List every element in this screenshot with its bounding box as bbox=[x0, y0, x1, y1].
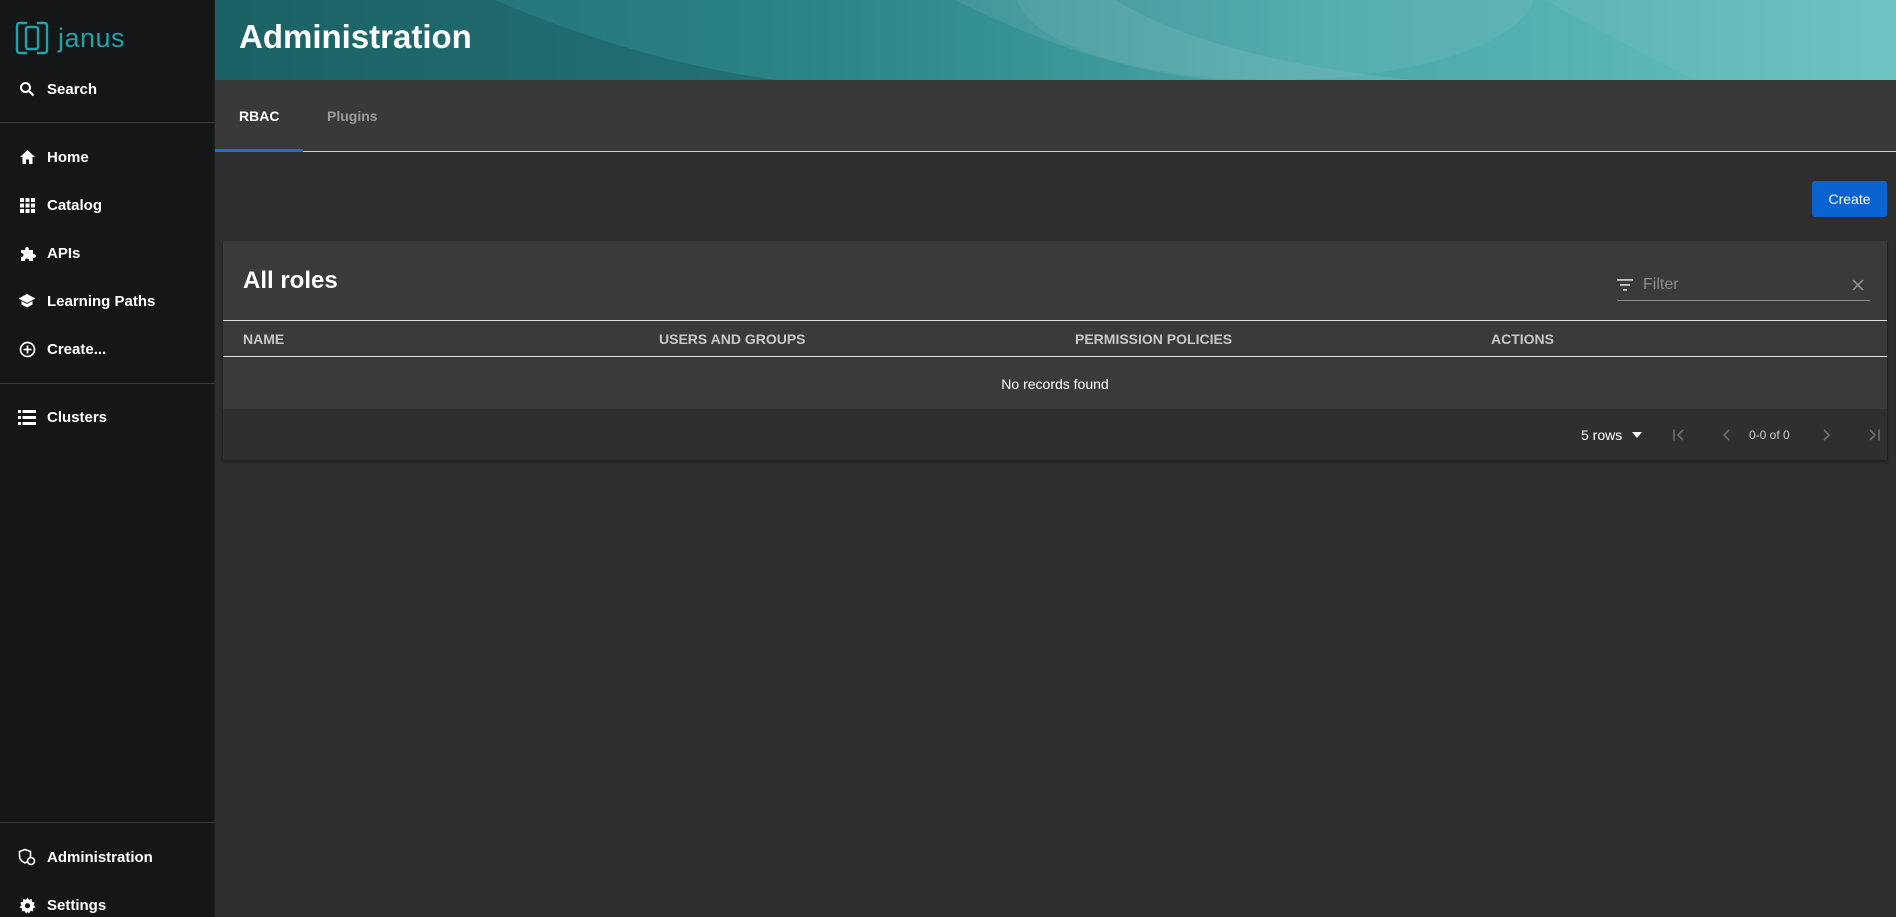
gear-icon bbox=[18, 896, 36, 914]
active-tab-indicator bbox=[215, 149, 303, 152]
sidebar-divider bbox=[0, 822, 215, 823]
first-page-button[interactable] bbox=[1666, 422, 1692, 448]
sidebar: janus Search Home Catalog APIs Learning … bbox=[0, 0, 215, 917]
app-logo[interactable]: janus bbox=[14, 18, 125, 58]
tab-plugins[interactable]: Plugins bbox=[327, 80, 378, 152]
last-page-icon bbox=[1869, 429, 1880, 441]
grid-icon bbox=[18, 196, 36, 214]
sidebar-item-clusters[interactable]: Clusters bbox=[0, 397, 215, 437]
previous-page-button[interactable] bbox=[1713, 422, 1739, 448]
admin-icon bbox=[18, 848, 36, 866]
filter-icon bbox=[1617, 278, 1633, 291]
sidebar-item-settings[interactable]: Settings bbox=[0, 885, 215, 917]
column-header-users-and-groups[interactable]: USERS AND GROUPS bbox=[659, 321, 806, 356]
logo-text: janus bbox=[58, 22, 126, 53]
tab-rbac[interactable]: RBAC bbox=[239, 80, 279, 152]
table-header: NAME USERS AND GROUPS PERMISSION POLICIE… bbox=[223, 320, 1887, 357]
janus-logo-icon bbox=[15, 21, 49, 55]
empty-state-message: No records found bbox=[1001, 375, 1109, 392]
sidebar-item-home[interactable]: Home bbox=[0, 137, 215, 177]
filter-field bbox=[1617, 269, 1870, 301]
tab-bar: RBAC Plugins bbox=[215, 80, 1896, 152]
home-icon bbox=[18, 148, 36, 166]
sidebar-item-label: Learning Paths bbox=[47, 292, 156, 310]
sidebar-item-create[interactable]: Create... bbox=[0, 329, 215, 369]
sidebar-item-label: APIs bbox=[47, 244, 81, 262]
column-header-permission-policies[interactable]: PERMISSION POLICIES bbox=[1075, 321, 1232, 356]
sidebar-item-search[interactable]: Search bbox=[0, 69, 215, 109]
first-page-icon bbox=[1673, 429, 1684, 441]
puzzle-icon bbox=[18, 244, 36, 262]
pagination-bar: 5 rows 0-0 of 0 bbox=[223, 409, 1887, 460]
next-page-button[interactable] bbox=[1814, 422, 1840, 448]
chevron-left-icon bbox=[1722, 429, 1730, 441]
list-icon bbox=[18, 408, 36, 426]
sidebar-item-apis[interactable]: APIs bbox=[0, 233, 215, 273]
chevron-right-icon bbox=[1823, 429, 1831, 441]
page-title: Administration bbox=[239, 18, 472, 55]
school-icon bbox=[18, 292, 36, 310]
sidebar-item-label: Create... bbox=[47, 340, 107, 358]
rows-per-page-select[interactable]: 5 rows bbox=[1581, 409, 1643, 460]
sidebar-item-label: Clusters bbox=[47, 408, 108, 426]
sidebar-item-label: Home bbox=[47, 148, 89, 166]
add-circle-icon bbox=[18, 340, 36, 358]
sidebar-item-label: Search bbox=[47, 80, 98, 98]
clear-filter-icon[interactable] bbox=[1852, 278, 1864, 291]
page-range: 0-0 of 0 bbox=[1749, 427, 1790, 442]
filter-input[interactable] bbox=[1643, 275, 1833, 294]
search-icon bbox=[18, 80, 36, 98]
card-title: All roles bbox=[243, 267, 338, 294]
column-header-name[interactable]: NAME bbox=[243, 321, 284, 356]
sidebar-item-label: Catalog bbox=[47, 196, 103, 214]
sidebar-item-administration[interactable]: Administration bbox=[0, 837, 215, 877]
page-header: Administration bbox=[215, 0, 1896, 80]
rows-per-page-value: 5 rows bbox=[1581, 426, 1623, 443]
column-header-actions: ACTIONS bbox=[1491, 330, 1554, 347]
sidebar-divider bbox=[0, 383, 215, 384]
last-page-button[interactable] bbox=[1861, 422, 1887, 448]
sidebar-item-label: Settings bbox=[47, 896, 107, 914]
roles-card: All roles NAME USERS AND GROUPS PERMISSI… bbox=[223, 241, 1887, 460]
sidebar-item-learning-paths[interactable]: Learning Paths bbox=[0, 281, 215, 321]
create-button[interactable]: Create bbox=[1812, 181, 1887, 217]
sidebar-item-label: Administration bbox=[47, 848, 153, 866]
sidebar-divider bbox=[0, 122, 215, 123]
caret-down-icon bbox=[1632, 431, 1643, 438]
sidebar-item-catalog[interactable]: Catalog bbox=[0, 185, 215, 225]
